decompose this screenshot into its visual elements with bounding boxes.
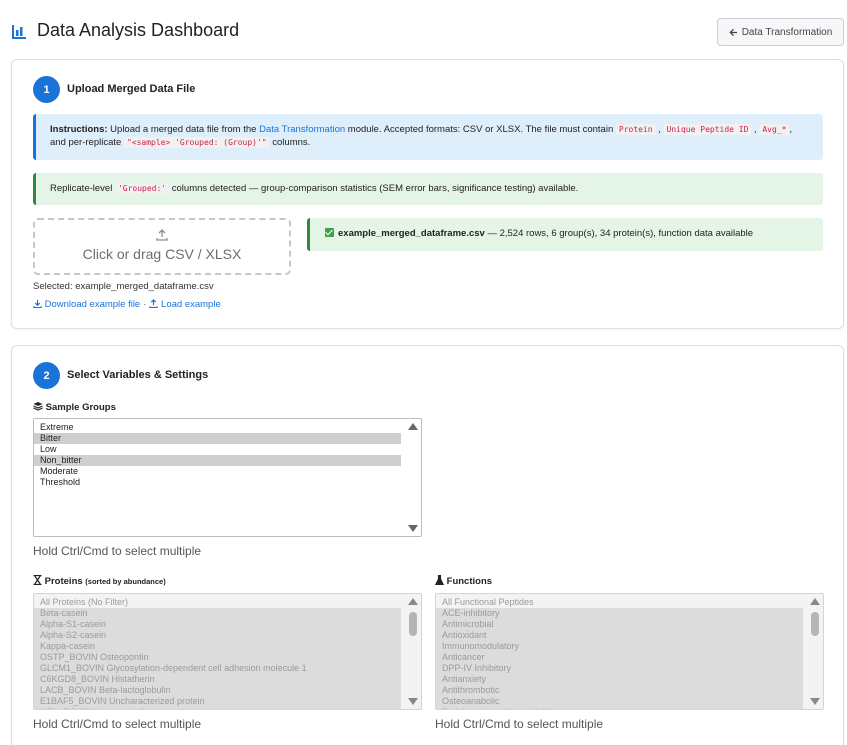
proteins-options: All Proteins (No Filter) Beta-casein Alpha…: [34, 594, 421, 709]
list-option[interactable]: All Proteins (No Filter): [34, 597, 401, 608]
scroll-down-icon[interactable]: [810, 698, 820, 705]
list-option[interactable]: Bitter: [34, 433, 401, 444]
dropzone-text: Click or drag CSV / XLSX: [82, 246, 242, 262]
list-option[interactable]: Moderate: [34, 466, 401, 477]
scrollbar[interactable]: [405, 594, 421, 709]
scrollbar[interactable]: [405, 419, 421, 536]
functions-select[interactable]: All Functional Peptides ACE-inhibitory Ant…: [435, 593, 824, 710]
list-option[interactable]: E1BAF5_BOVIN Uncharacterized protein: [34, 696, 401, 707]
list-option[interactable]: Threshold: [34, 477, 401, 488]
scroll-down-icon[interactable]: [408, 698, 418, 705]
list-option[interactable]: Alpha-S2-casein: [34, 630, 401, 641]
load-example-link[interactable]: Load example: [161, 299, 221, 310]
selected-file-text: Selected: example_merged_dataframe.csv: [33, 281, 214, 292]
list-option[interactable]: LACB_BOVIN Beta-lactoglobulin: [34, 685, 401, 696]
step-badge-2: 2: [33, 362, 60, 389]
download-icon: [33, 299, 42, 308]
upload-card: 1 Upload Merged Data File Instructions: …: [11, 59, 844, 329]
file-dropzone[interactable]: Click or drag CSV / XLSX: [33, 218, 291, 275]
sample-groups-label-text: Sample Groups: [45, 402, 116, 413]
functions-label: Functions: [435, 575, 492, 587]
check-icon: [325, 228, 334, 237]
step-title-settings: Select Variables & Settings: [67, 369, 209, 381]
functions-hint: Hold Ctrl/Cmd to select multiple: [435, 717, 604, 731]
list-option[interactable]: Antianxiety: [436, 674, 803, 685]
code-protein: Protein: [615, 124, 656, 135]
flask-icon: [435, 575, 444, 585]
upload-icon: [149, 299, 159, 308]
hourglass-icon: [33, 575, 42, 585]
sample-groups-label: Sample Groups: [33, 401, 116, 413]
proteins-label-text: Proteins: [44, 576, 83, 587]
proteins-hint: Hold Ctrl/Cmd to select multiple: [33, 717, 202, 731]
example-links: Download example file · Load example: [33, 299, 221, 310]
scroll-down-icon[interactable]: [408, 525, 418, 532]
nav-button-label: Data Transformation: [741, 26, 833, 38]
instructions-text: Upload a merged data file from the: [107, 124, 260, 135]
proteins-select[interactable]: All Proteins (No Filter) Beta-casein Alpha…: [33, 593, 422, 710]
list-option[interactable]: GLCM1_BOVIN Glycosylation-dependent cell…: [34, 663, 401, 674]
scroll-up-icon[interactable]: [408, 423, 418, 430]
sample-groups-select[interactable]: Extreme Bitter Low Non_bitter Moderate Thresh…: [33, 418, 422, 537]
instructions-text: columns.: [269, 137, 311, 148]
upload-icon: [156, 229, 168, 241]
page-title: Data Analysis Dashboard: [37, 20, 240, 40]
list-option[interactable]: Anticancer: [436, 652, 803, 663]
list-option[interactable]: Osteoanabolic: [436, 696, 803, 707]
page-header: Data Analysis Dashboard Data Transformat…: [0, 0, 847, 58]
data-transformation-link[interactable]: Data Transformation: [259, 124, 345, 135]
list-option[interactable]: Immunomodulatory: [436, 641, 803, 652]
list-option[interactable]: All Functional Peptides: [436, 597, 803, 608]
scroll-up-icon[interactable]: [810, 598, 820, 605]
scroll-up-icon[interactable]: [408, 598, 418, 605]
code-avg: Avg_*: [759, 124, 790, 135]
proteins-label: Proteins (sorted by abundance): [33, 575, 166, 587]
file-details: — 2,524 rows, 6 group(s), 34 protein(s),…: [484, 228, 754, 239]
step-badge-1: 1: [33, 76, 60, 103]
code-peptide-id: Unique Peptide ID: [663, 124, 752, 135]
file-name: example_merged_dataframe.csv: [338, 228, 485, 239]
sample-groups-hint: Hold Ctrl/Cmd to select multiple: [33, 544, 202, 558]
notice-text: Replicate-level: [50, 183, 115, 194]
instructions-box: Instructions: Upload a merged data file …: [33, 114, 823, 160]
code-grouped: "<sample> 'Grouped: (Group)'": [123, 137, 270, 148]
list-option[interactable]: Beta-casein: [34, 608, 401, 619]
code-grouped-short: 'Grouped:': [114, 183, 170, 194]
sample-groups-options: Extreme Bitter Low Non_bitter Moderate Thresh…: [34, 419, 421, 488]
file-status: example_merged_dataframe.csv — 2,524 row…: [307, 218, 823, 251]
list-option[interactable]: OSTP_BOVIN Osteopontin: [34, 652, 401, 663]
settings-card: 2 Select Variables & Settings Sample Gro…: [11, 345, 844, 745]
functions-options: All Functional Peptides ACE-inhibitory Ant…: [436, 594, 823, 709]
list-option[interactable]: DPP-IV Inhibitory: [436, 663, 803, 674]
proteins-sublabel: (sorted by abundance): [85, 577, 166, 586]
scrollbar[interactable]: [807, 594, 823, 709]
scroll-thumb[interactable]: [409, 612, 417, 636]
arrow-left-icon: [729, 28, 737, 36]
step-title-upload: Upload Merged Data File: [67, 83, 196, 95]
bar-chart-icon: [12, 25, 26, 39]
notice-text: columns detected — group-comparison stat…: [169, 183, 579, 194]
list-option[interactable]: C6KGD8_BOVIN Histatherin: [34, 674, 401, 685]
layers-icon: [33, 402, 43, 411]
replicate-notice: Replicate-level 'Grouped:' columns detec…: [33, 173, 823, 205]
list-option[interactable]: Antimicrobial: [436, 619, 803, 630]
download-example-link[interactable]: Download example file: [45, 299, 141, 310]
list-option[interactable]: Non_bitter: [34, 455, 401, 466]
link-separator: ·: [143, 299, 147, 310]
list-option[interactable]: Low: [34, 444, 401, 455]
list-option[interactable]: Alpha-S1-casein: [34, 619, 401, 630]
list-option[interactable]: Prolyl endopeptidase-inhibitory: [436, 707, 803, 709]
list-option[interactable]: ACE-inhibitory: [436, 608, 803, 619]
list-option[interactable]: Kappa-casein: [34, 641, 401, 652]
list-option[interactable]: Antioxidant: [436, 630, 803, 641]
instructions-text: module. Accepted formats: CSV or XLSX. T…: [345, 124, 616, 135]
list-option[interactable]: Antithrombotic: [436, 685, 803, 696]
scroll-thumb[interactable]: [811, 612, 819, 636]
list-option[interactable]: LIPL_BOVIN Lipoprotein lipase: [34, 707, 401, 709]
functions-label-text: Functions: [446, 576, 493, 587]
data-transformation-button[interactable]: Data Transformation: [717, 18, 844, 46]
instructions-lead: Instructions:: [50, 124, 108, 135]
list-option[interactable]: Extreme: [34, 422, 401, 433]
